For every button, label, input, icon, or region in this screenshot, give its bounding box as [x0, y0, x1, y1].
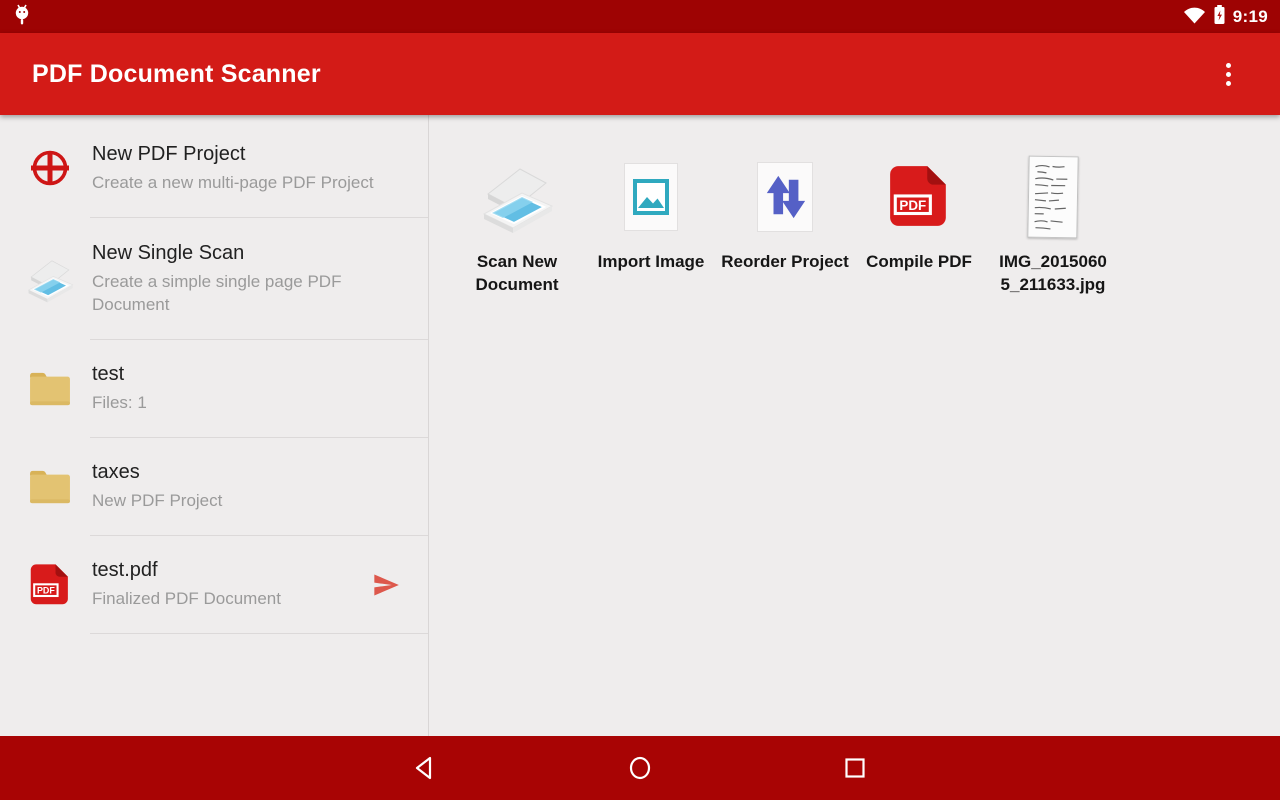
- wifi-icon: [1183, 5, 1206, 29]
- item-title: New Single Scan: [92, 242, 394, 265]
- action-compile-pdf[interactable]: PDF Compile PDF: [852, 155, 986, 296]
- battery-charging-icon: [1213, 4, 1226, 30]
- action-import-image[interactable]: Import Image: [584, 155, 718, 296]
- action-label: Import Image: [598, 250, 705, 273]
- project-list-sidebar: New PDF Project Create a new multi-page …: [0, 115, 429, 736]
- action-reorder-project[interactable]: Reorder Project: [718, 155, 852, 296]
- item-subtitle: Create a simple single page PDF Document: [92, 270, 394, 316]
- list-item-folder-taxes[interactable]: taxes New PDF Project: [0, 438, 428, 535]
- list-item-text: taxes New PDF Project: [92, 461, 394, 512]
- list-item-text: test Files: 1: [92, 363, 394, 414]
- item-title: taxes: [92, 461, 394, 484]
- status-time: 9:19: [1233, 7, 1268, 27]
- folder-icon: [24, 468, 76, 506]
- debug-bug-icon: [12, 2, 32, 31]
- add-circle-icon: [24, 144, 76, 192]
- list-item-folder-test[interactable]: test Files: 1: [0, 340, 428, 437]
- svg-text:PDF: PDF: [899, 198, 926, 213]
- pdf-file-icon: PDF: [886, 155, 952, 239]
- item-subtitle: Finalized PDF Document: [92, 587, 370, 610]
- divider: [90, 633, 428, 634]
- scanner-icon: [24, 253, 76, 305]
- list-item-test-pdf[interactable]: PDF test.pdf Finalized PDF Document: [0, 536, 428, 633]
- scanner-icon: [476, 155, 558, 239]
- item-title: test: [92, 363, 394, 386]
- import-image-icon: [624, 155, 678, 239]
- page-title: PDF Document Scanner: [32, 60, 321, 89]
- list-item-text: test.pdf Finalized PDF Document: [92, 559, 370, 610]
- action-grid: Scan New Document Import Image: [450, 155, 1280, 296]
- home-icon[interactable]: [627, 755, 653, 781]
- folder-icon: [24, 370, 76, 408]
- send-icon[interactable]: [370, 571, 402, 599]
- action-image-file[interactable]: IMG_20150605_211633.jpg: [986, 155, 1120, 296]
- list-item-text: New Single Scan Create a simple single p…: [92, 242, 394, 316]
- photo-thumbnail: [1028, 155, 1078, 239]
- status-bar: 9:19: [0, 0, 1280, 33]
- pdf-file-icon: PDF: [24, 563, 76, 607]
- content-area: New PDF Project Create a new multi-page …: [0, 115, 1280, 736]
- app-bar: PDF Document Scanner: [0, 33, 1280, 115]
- android-nav-bar: [0, 736, 1280, 800]
- action-scan-new-document[interactable]: Scan New Document: [450, 155, 584, 296]
- item-subtitle: New PDF Project: [92, 489, 394, 512]
- action-label: IMG_20150605_211633.jpg: [998, 250, 1108, 296]
- list-item-new-pdf-project[interactable]: New PDF Project Create a new multi-page …: [0, 119, 428, 217]
- item-title: test.pdf: [92, 559, 370, 582]
- item-title: New PDF Project: [92, 143, 394, 166]
- recents-icon[interactable]: [842, 755, 868, 781]
- svg-text:PDF: PDF: [37, 585, 55, 595]
- list-item-new-single-scan[interactable]: New Single Scan Create a simple single p…: [0, 218, 428, 339]
- item-subtitle: Files: 1: [92, 391, 394, 414]
- main-panel: Scan New Document Import Image: [429, 115, 1280, 736]
- reorder-arrows-icon: [757, 155, 813, 239]
- item-subtitle: Create a new multi-page PDF Project: [92, 171, 394, 194]
- action-label: Compile PDF: [866, 250, 972, 273]
- action-label: Scan New Document: [450, 250, 584, 296]
- list-item-text: New PDF Project Create a new multi-page …: [92, 143, 394, 194]
- action-label: Reorder Project: [721, 250, 849, 273]
- back-icon[interactable]: [412, 755, 438, 781]
- overflow-menu-icon[interactable]: [1208, 50, 1248, 98]
